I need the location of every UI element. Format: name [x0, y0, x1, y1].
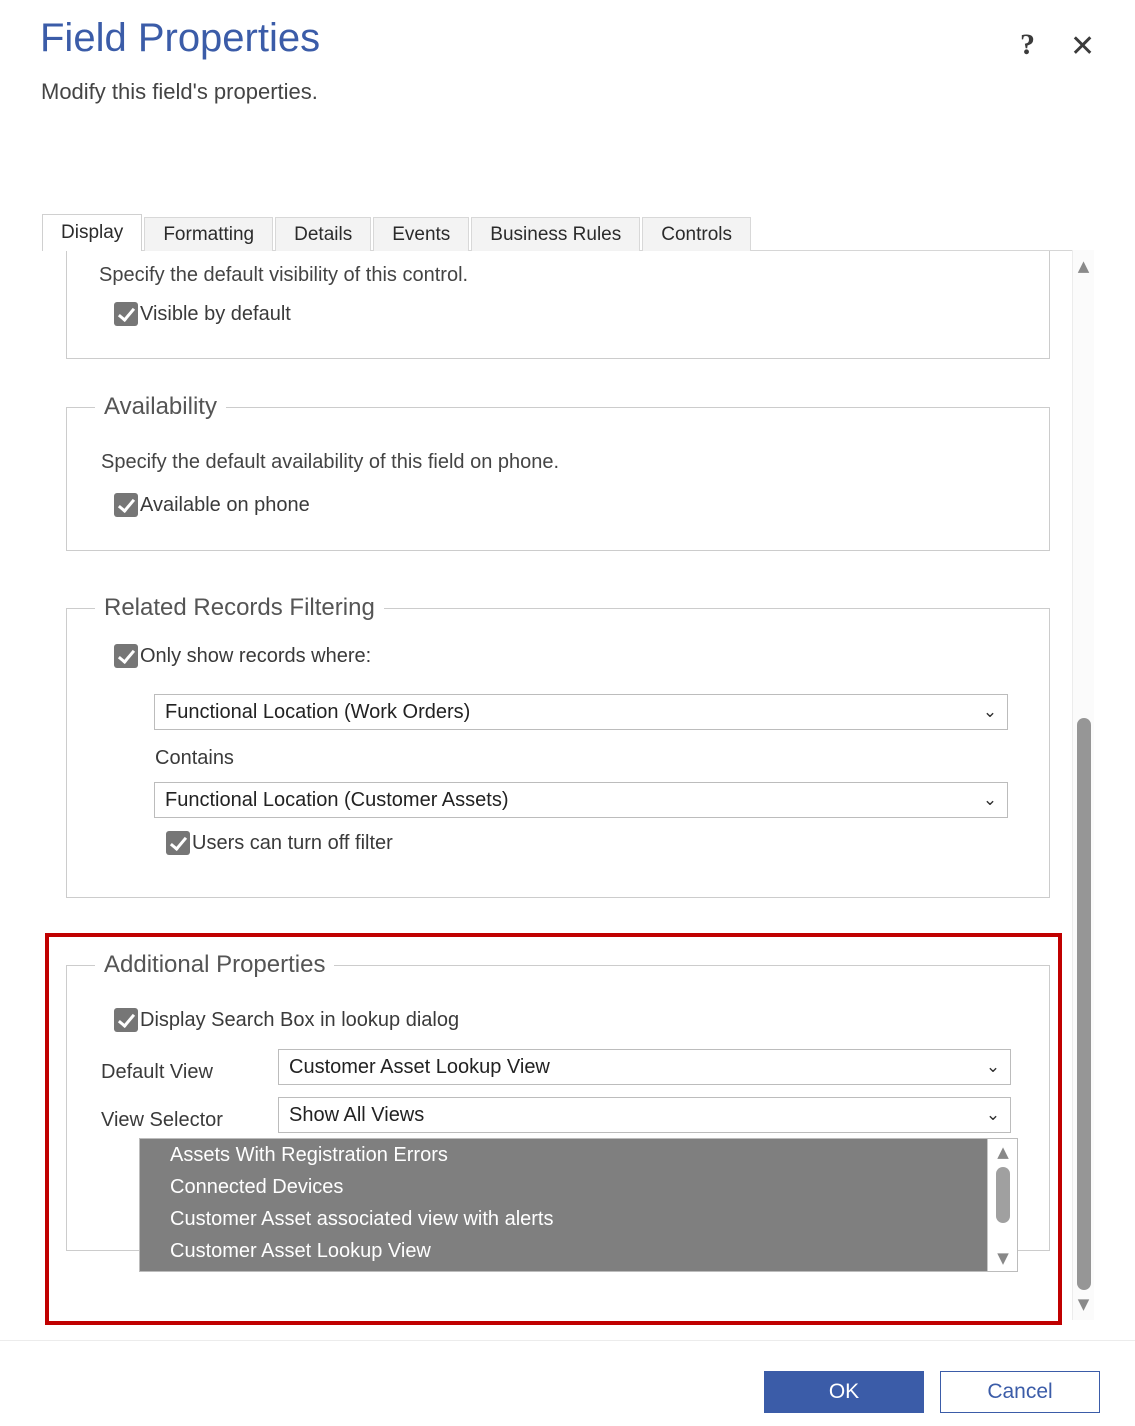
availability-group: Availability Specify the default availab…: [66, 407, 1050, 551]
view-selector-select[interactable]: Show All Views ⌄: [278, 1097, 1011, 1133]
close-icon[interactable]: ✕: [1070, 32, 1095, 62]
chevron-down-icon: ⌄: [976, 1057, 1010, 1077]
only-show-records-checkbox[interactable]: Only show records where:: [114, 644, 371, 668]
operator-label: Contains: [155, 747, 234, 770]
available-on-phone-checkbox[interactable]: Available on phone: [114, 493, 310, 517]
cancel-button[interactable]: Cancel: [940, 1371, 1100, 1413]
default-view-select[interactable]: Customer Asset Lookup View ⌄: [278, 1049, 1011, 1085]
list-item[interactable]: Assets With Registration Errors: [140, 1139, 1017, 1171]
tab-business-rules[interactable]: Business Rules: [471, 217, 640, 251]
list-item[interactable]: Customer Asset associated view with aler…: [140, 1203, 1017, 1235]
tab-controls[interactable]: Controls: [642, 217, 751, 251]
views-listbox[interactable]: Assets With Registration Errors Connecte…: [139, 1138, 1018, 1272]
ok-button[interactable]: OK: [764, 1371, 924, 1413]
checkbox-checked-icon: [114, 644, 138, 668]
scroll-down-icon[interactable]: ▼: [1073, 1292, 1094, 1316]
available-on-phone-label: Available on phone: [140, 494, 310, 517]
checkbox-checked-icon: [114, 493, 138, 517]
dialog-header: Field Properties Modify this field's pro…: [0, 0, 1135, 130]
view-selector-select-value: Show All Views: [279, 1104, 976, 1127]
help-icon[interactable]: ?: [1020, 30, 1035, 60]
related-field-select[interactable]: Functional Location (Work Orders) ⌄: [154, 694, 1008, 730]
dialog-footer: OK Cancel: [0, 1340, 1135, 1426]
related-field-select-value: Functional Location (Work Orders): [155, 701, 973, 724]
page-subtitle: Modify this field's properties.: [41, 79, 318, 105]
checkbox-checked-icon: [114, 1008, 138, 1032]
views-listbox-scrollbar[interactable]: ▲ ▼: [987, 1139, 1017, 1271]
default-view-label: Default View: [101, 1061, 213, 1084]
chevron-down-icon: ⌄: [976, 1105, 1010, 1125]
visibility-group: Specify the default visibility of this c…: [66, 250, 1050, 359]
page-title: Field Properties: [40, 16, 320, 61]
availability-description: Specify the default availability of this…: [101, 451, 559, 474]
related-records-filtering-group: Related Records Filtering Only show reco…: [66, 608, 1050, 898]
view-selector-label: View Selector: [101, 1109, 223, 1132]
tab-formatting[interactable]: Formatting: [144, 217, 273, 251]
checkbox-checked-icon: [166, 831, 190, 855]
visible-by-default-checkbox[interactable]: Visible by default: [114, 302, 291, 326]
scrollbar-thumb[interactable]: [996, 1167, 1010, 1223]
display-search-box-checkbox[interactable]: Display Search Box in lookup dialog: [114, 1008, 459, 1032]
only-show-records-label: Only show records where:: [140, 645, 371, 668]
list-item[interactable]: Customer Asset Lookup View: [140, 1235, 1017, 1267]
scroll-down-icon[interactable]: ▼: [988, 1247, 1018, 1269]
checkbox-checked-icon: [114, 302, 138, 326]
target-field-select[interactable]: Functional Location (Customer Assets) ⌄: [154, 782, 1008, 818]
users-can-turn-off-filter-label: Users can turn off filter: [192, 832, 393, 855]
list-item[interactable]: Connected Devices: [140, 1171, 1017, 1203]
visible-by-default-label: Visible by default: [140, 303, 291, 326]
tab-details[interactable]: Details: [275, 217, 371, 251]
tab-display[interactable]: Display: [42, 214, 142, 251]
panel-scrollbar[interactable]: ▲ ▼: [1072, 250, 1094, 1320]
display-search-box-label: Display Search Box in lookup dialog: [140, 1009, 459, 1032]
scroll-up-icon[interactable]: ▲: [988, 1141, 1018, 1163]
availability-legend: Availability: [95, 393, 226, 421]
chevron-down-icon: ⌄: [973, 702, 1007, 722]
target-field-select-value: Functional Location (Customer Assets): [155, 789, 973, 812]
additional-properties-legend: Additional Properties: [95, 951, 334, 979]
chevron-down-icon: ⌄: [973, 790, 1007, 810]
tab-bar: Display Formatting Details Events Busine…: [42, 215, 753, 251]
default-view-select-value: Customer Asset Lookup View: [279, 1056, 976, 1079]
users-can-turn-off-filter-checkbox[interactable]: Users can turn off filter: [166, 831, 393, 855]
scroll-up-icon[interactable]: ▲: [1073, 254, 1094, 278]
related-records-filtering-legend: Related Records Filtering: [95, 594, 384, 622]
scrollbar-thumb[interactable]: [1077, 718, 1091, 1290]
tab-events[interactable]: Events: [373, 217, 469, 251]
visibility-description: Specify the default visibility of this c…: [99, 264, 468, 287]
